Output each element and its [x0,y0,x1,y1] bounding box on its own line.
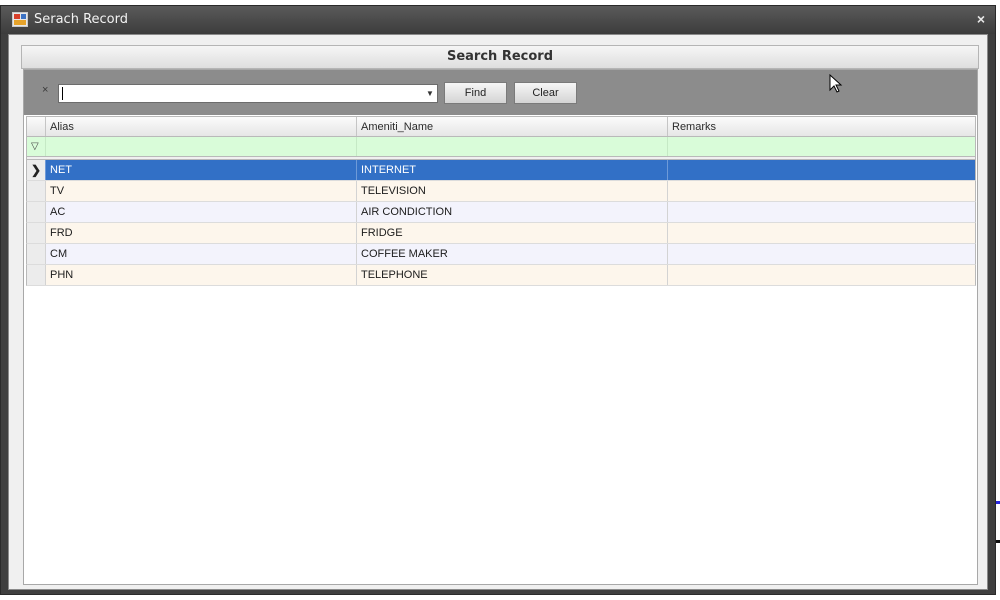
column-header-alias[interactable]: Alias [45,117,356,136]
table-row[interactable]: CM COFFEE MAKER [26,244,976,265]
cell-remarks[interactable] [667,160,977,180]
row-indicator [27,181,45,201]
row-indicator [27,223,45,243]
cell-remarks[interactable] [667,265,977,285]
row-indicator [27,265,45,285]
chevron-down-icon[interactable]: ▼ [423,85,437,102]
cell-alias[interactable]: TV [45,181,356,201]
cell-alias[interactable]: FRD [45,223,356,243]
grid-header-row: Alias Ameniti_Name Remarks [26,116,976,137]
table-row[interactable]: ❯ NET INTERNET [26,160,976,181]
group-header: Search Record [21,45,979,69]
close-icon[interactable]: × [977,11,985,27]
cell-ameniti-name[interactable]: TELEPHONE [356,265,667,285]
row-indicator: ❯ [27,160,45,180]
filter-row-header: ▽ [27,137,45,156]
table-row[interactable]: AC AIR CONDICTION [26,202,976,223]
row-header-corner [27,117,45,136]
row-indicator [27,244,45,264]
find-button[interactable]: Find [444,82,507,104]
cell-ameniti-name[interactable]: AIR CONDICTION [356,202,667,222]
chevron-right-icon: ❯ [31,163,42,177]
column-header-ameniti-name[interactable]: Ameniti_Name [356,117,667,136]
table-row[interactable]: PHN TELEPHONE [26,265,976,286]
cell-ameniti-name[interactable]: FRIDGE [356,223,667,243]
cell-ameniti-name[interactable]: COFFEE MAKER [356,244,667,264]
clear-button[interactable]: Clear [514,82,577,104]
window-client-area: Search Record × ▼ Find Clear Alias Ameni… [8,34,988,590]
text-caret [62,87,63,101]
filter-cell-alias[interactable] [45,137,356,156]
table-row[interactable]: TV TELEVISION [26,181,976,202]
cell-alias[interactable]: PHN [45,265,356,285]
mouse-pointer-icon [829,74,843,93]
search-record-window: Serach Record × Search Record × ▼ Find C… [0,5,996,595]
cell-alias[interactable]: NET [45,160,356,180]
search-input[interactable]: ▼ [58,84,438,103]
window-title: Serach Record [34,12,128,27]
cell-ameniti-name[interactable]: TELEVISION [356,181,667,201]
cell-remarks[interactable] [667,244,977,264]
cell-alias[interactable]: CM [45,244,356,264]
cell-remarks[interactable] [667,223,977,243]
cell-remarks[interactable] [667,181,977,201]
filter-icon: ▽ [31,141,39,152]
cell-ameniti-name[interactable]: INTERNET [356,160,667,180]
row-indicator [27,202,45,222]
cell-remarks[interactable] [667,202,977,222]
auto-filter-row: ▽ [26,137,976,157]
records-grid: Alias Ameniti_Name Remarks ▽ ❯ NET INTER… [26,116,976,286]
column-header-remarks[interactable]: Remarks [667,117,977,136]
group-body: × ▼ Find Clear Alias Ameniti_Name Remark… [23,69,978,585]
filter-cell-ameniti-name[interactable] [356,137,667,156]
title-bar[interactable]: Serach Record × [1,6,995,34]
table-row[interactable]: FRD FRIDGE [26,223,976,244]
filter-cell-remarks[interactable] [667,137,977,156]
form-app-icon [12,12,28,27]
cell-alias[interactable]: AC [45,202,356,222]
close-find-panel-icon[interactable]: × [42,84,48,96]
